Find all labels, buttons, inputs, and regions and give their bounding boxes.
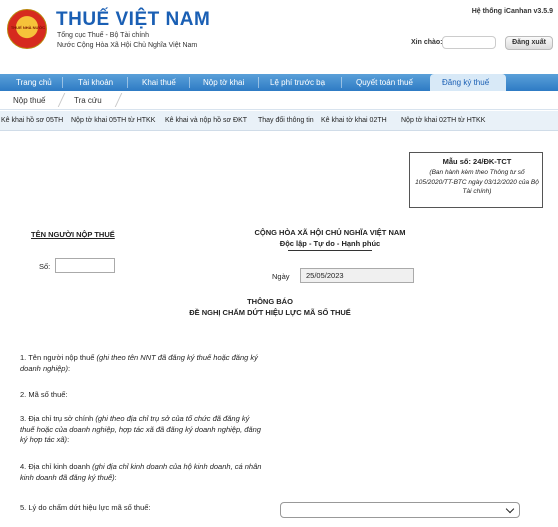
date-label: Ngày (272, 272, 290, 281)
sub-nav: Nộp thuế Tra cứu (0, 91, 558, 110)
logo-text: THUẾ NHÀ NƯỚC (10, 25, 46, 30)
question-head-office-address: 3. Địa chỉ trụ sở chính (ghi theo địa ch… (20, 414, 265, 446)
subnav-item-lookup[interactable]: Tra cứu (74, 96, 102, 105)
national-title: CỘNG HÒA XÃ HỘI CHỦ NGHĨA VIỆT NAM (254, 228, 406, 237)
site-title: THUẾ VIỆT NAM (56, 9, 211, 30)
question-label: 1. Tên người nộp thuế (20, 353, 97, 362)
func-declare-02th[interactable]: Kê khai tờ khai 02TH (321, 117, 387, 124)
termination-reason-select[interactable] (280, 502, 520, 518)
national-motto: Độc lập - Tự do - Hạnh phúc (279, 239, 381, 248)
nav-item-submit-declaration[interactable]: Nộp tờ khai (203, 74, 244, 91)
question-tax-code: 2. Mã số thuế: (20, 390, 68, 399)
document-number-label: Số: (39, 262, 51, 271)
nav-item-tax-declaration[interactable]: Khai thuế (142, 74, 176, 91)
nav-item-tax-finalization[interactable]: Quyết toán thuế (356, 74, 413, 91)
document-number-input[interactable] (55, 258, 115, 273)
subnav-item-pay-tax[interactable]: Nộp thuế (13, 96, 45, 105)
site-subtitle-agency: Tổng cục Thuế - Bộ Tài chính (57, 32, 149, 39)
system-version: Hệ thống iCanhan v3.5.9 (471, 8, 553, 15)
date-field[interactable]: 25/05/2023 (300, 268, 414, 283)
nav-item-registration-fee[interactable]: Lệ phí trước bạ (270, 74, 325, 91)
func-declare-05th[interactable]: Kê khai hồ sơ 05TH (1, 117, 63, 124)
question-colon: : (114, 472, 117, 482)
taxpayer-name-heading: TÊN NGƯỜI NỘP THUẾ (31, 230, 115, 239)
question-business-address: 4. Địa chỉ kinh doanh (ghi địa chỉ kinh … (20, 462, 265, 483)
greeting-label: Xin chào: (411, 39, 443, 46)
chevron-down-icon (505, 504, 515, 514)
question-colon: : (67, 363, 71, 373)
func-submit-05th-htkk[interactable]: Nộp tờ khai 05TH từ HTKK (71, 117, 155, 124)
function-bar: Kê khai hồ sơ 05TH Nộp tờ khai 05TH từ H… (0, 111, 558, 131)
notice-subtitle: ĐỀ NGHỊ CHẤM DỨT HIỆU LỰC MÃ SỐ THUẾ (189, 308, 351, 317)
form-number-box: Mẫu số: 24/ĐK-TCT (Ban hành kèm theo Thô… (409, 152, 543, 208)
motto-underline (288, 250, 372, 251)
question-colon: : (67, 435, 70, 444)
nav-separator (62, 77, 63, 88)
main-nav: Trang chủ Tài khoản Khai thuế Nộp tờ kha… (0, 74, 558, 91)
question-taxpayer-name: 1. Tên người nộp thuế (ghi theo tên NNT … (20, 353, 265, 374)
form-number: Mẫu số: 24/ĐK-TCT (442, 157, 512, 166)
nav-item-account[interactable]: Tài khoản (78, 74, 113, 91)
func-submit-02th-htkk[interactable]: Nộp tờ khai 02TH từ HTKK (401, 117, 485, 124)
nav-separator (341, 77, 342, 88)
question-termination-reason: 5. Lý do chấm dứt hiệu lực mã số thuế: (20, 503, 151, 512)
nav-separator (127, 77, 128, 88)
subnav-separator (114, 93, 123, 107)
username-display (442, 36, 496, 49)
subnav-separator (57, 93, 66, 107)
question-label: 3. Địa chỉ trụ sở chính (20, 414, 96, 423)
nav-item-home[interactable]: Trang chủ (16, 74, 52, 91)
logout-button[interactable]: Đăng xuất (505, 36, 553, 50)
func-declare-submit-dkt[interactable]: Kê khai và nộp hồ sơ ĐKT (165, 117, 247, 124)
notice-title: THÔNG BÁO (247, 297, 293, 306)
nav-separator (189, 77, 190, 88)
question-label: 4. Địa chỉ kinh doanh (20, 462, 93, 471)
tax-emblem-logo: THUẾ NHÀ NƯỚC (7, 9, 47, 49)
site-header: THUẾ NHÀ NƯỚC THUẾ VIỆT NAM Tổng cục Thu… (0, 0, 558, 72)
nav-item-tax-registration[interactable]: Đăng ký thuế (442, 74, 489, 91)
site-subtitle-country: Nước Cộng Hòa Xã Hội Chủ Nghĩa Việt Nam (57, 42, 198, 49)
func-change-info[interactable]: Thay đổi thông tin (258, 117, 314, 124)
nav-separator (258, 77, 259, 88)
form-legal-reference: (Ban hành kèm theo Thông tư số 105/2020/… (415, 169, 539, 195)
